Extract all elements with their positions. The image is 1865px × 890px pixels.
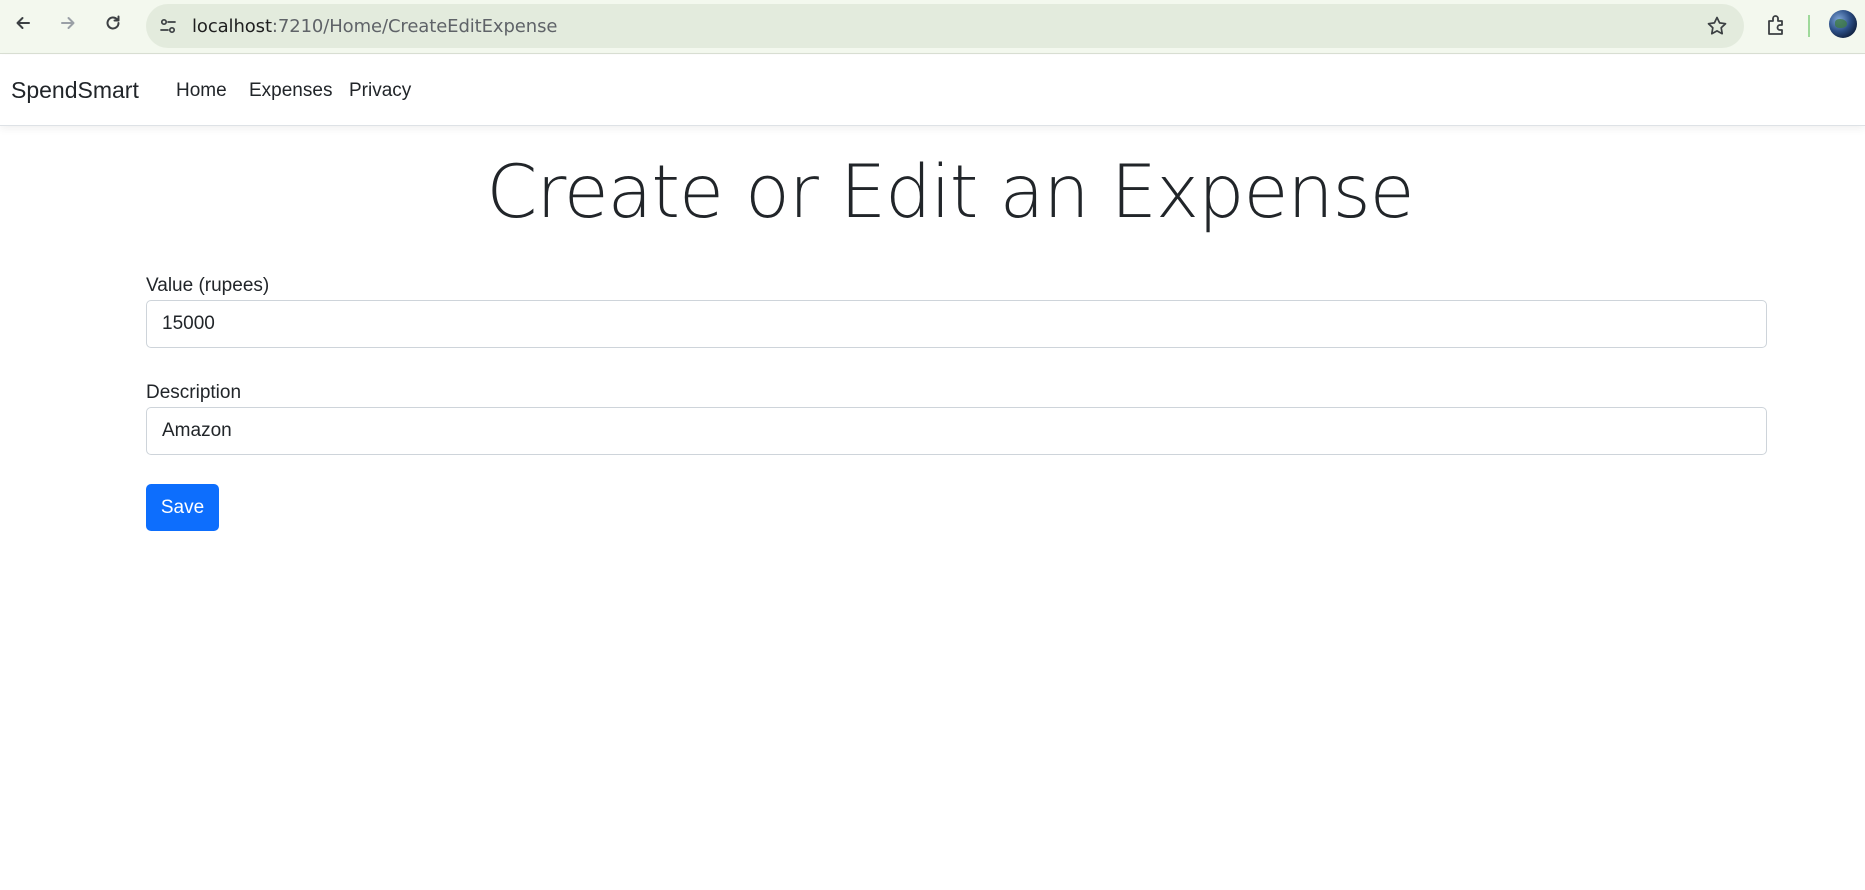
url-text[interactable]: localhost:7210/Home/CreateEditExpense: [192, 16, 557, 37]
profile-avatar[interactable]: [1829, 10, 1857, 38]
save-button[interactable]: Save: [146, 484, 219, 531]
nav-link-home[interactable]: Home: [176, 80, 227, 102]
nav-link-privacy[interactable]: Privacy: [349, 80, 411, 102]
reload-icon[interactable]: [101, 11, 125, 35]
brand-link[interactable]: SpendSmart: [11, 77, 139, 104]
back-icon[interactable]: [11, 11, 35, 35]
browser-toolbar: localhost:7210/Home/CreateEditExpense: [0, 0, 1865, 54]
forward-icon[interactable]: [56, 11, 80, 35]
description-input[interactable]: [146, 407, 1767, 455]
toolbar-separator: [1808, 15, 1810, 37]
nav-link-expenses[interactable]: Expenses: [249, 80, 332, 102]
value-label: Value (rupees): [146, 275, 270, 296]
app-navbar: SpendSmart Home Expenses Privacy: [0, 55, 1865, 126]
description-label: Description: [146, 382, 242, 403]
site-info-icon[interactable]: [156, 14, 180, 38]
address-bar[interactable]: localhost:7210/Home/CreateEditExpense: [146, 4, 1744, 48]
page-title: Create or Edit an Expense: [486, 150, 1414, 235]
extensions-icon[interactable]: [1764, 12, 1790, 38]
url-path: :7210/Home/CreateEditExpense: [271, 16, 558, 37]
bookmark-star-icon[interactable]: [1706, 15, 1728, 37]
url-host: localhost: [192, 16, 272, 37]
value-input[interactable]: [146, 300, 1767, 348]
